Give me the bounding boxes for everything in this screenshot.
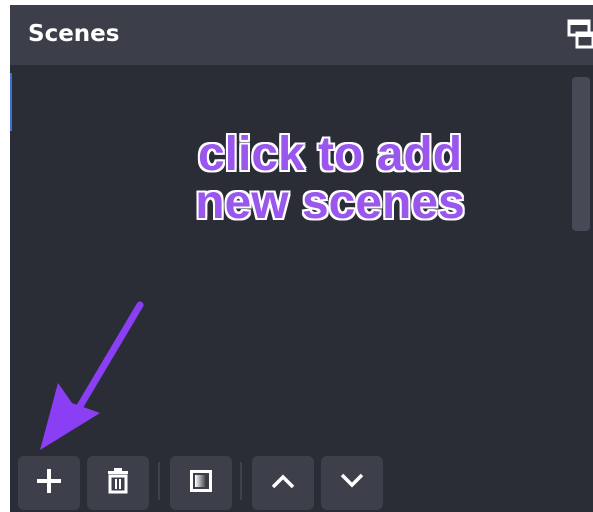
scene-filters-button[interactable] [170,456,232,510]
plus-icon [36,468,62,499]
dock-title-bar[interactable]: Scenes [10,5,593,65]
scene-list[interactable] [10,65,593,450]
filter-icon [190,469,212,497]
undock-icon[interactable] [563,17,593,51]
annotation-text: click to add new scenes [140,131,520,227]
chevron-up-icon [271,473,295,494]
focus-indicator [10,73,12,131]
scenes-toolbar [10,450,593,512]
move-scene-up-button[interactable] [252,456,314,510]
scrollbar-thumb[interactable] [572,77,590,231]
scrollbar[interactable] [568,73,593,233]
annotation-line-2: new scenes [195,176,465,229]
toolbar-separator [158,462,160,500]
move-scene-down-button[interactable] [321,456,383,510]
toolbar-separator [240,462,242,500]
scenes-dock: Scenes click to add new scenes [10,5,593,512]
chevron-down-icon [340,473,364,494]
add-scene-button[interactable] [18,456,80,510]
annotation-line-1: click to add [197,128,463,181]
remove-scene-button[interactable] [87,456,149,510]
dock-title: Scenes [28,21,120,47]
trash-icon [107,467,129,499]
